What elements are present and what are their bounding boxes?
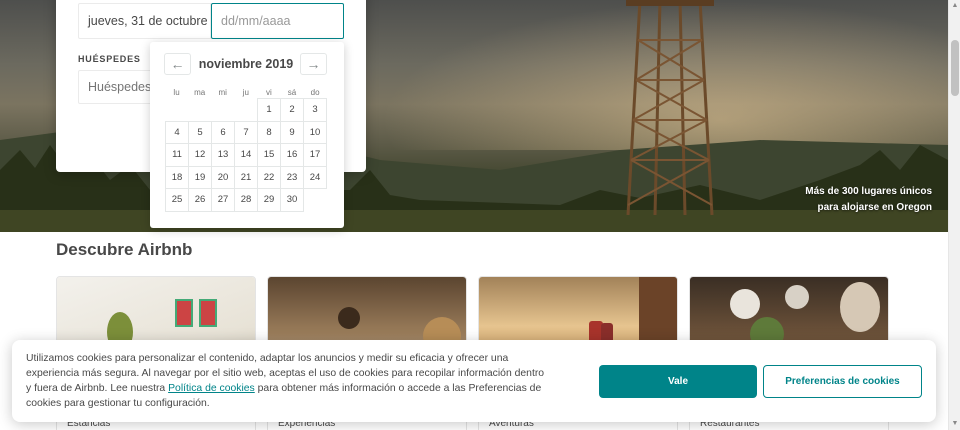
calendar-day[interactable]: 12 <box>188 143 212 167</box>
calendar-empty-cell <box>235 99 258 122</box>
scroll-up-icon[interactable]: ▲ <box>949 0 960 12</box>
calendar-day[interactable]: 14 <box>234 143 258 167</box>
calendar-day[interactable]: 7 <box>234 120 258 144</box>
calendar-day[interactable]: 4 <box>165 120 189 144</box>
cookie-preferences-button[interactable]: Preferencias de cookies <box>763 365 922 398</box>
calendar-day[interactable]: 25 <box>165 188 189 212</box>
calendar-day[interactable]: 21 <box>234 165 258 189</box>
date-picker-calendar: ← noviembre 2019 → lu ma mi ju vi sá do … <box>150 42 344 228</box>
calendar-empty-cell <box>304 189 327 212</box>
calendar-day[interactable]: 19 <box>188 165 212 189</box>
scrollbar-thumb[interactable] <box>951 40 959 96</box>
calendar-day[interactable]: 1 <box>257 98 281 122</box>
calendar-week: 123 <box>166 98 327 122</box>
calendar-day[interactable]: 24 <box>303 165 327 189</box>
arrow-right-icon: → <box>306 56 321 72</box>
calendar-day[interactable]: 26 <box>188 188 212 212</box>
weekday-label: mi <box>218 88 227 97</box>
next-month-button[interactable]: → <box>300 53 327 75</box>
calendar-day[interactable]: 15 <box>257 143 281 167</box>
calendar-day[interactable]: 23 <box>280 165 304 189</box>
hero-caption-line1: Más de 300 lugares únicos <box>805 186 932 197</box>
prev-month-button[interactable]: ← <box>164 53 191 75</box>
fire-tower-illustration <box>626 0 714 215</box>
calendar-day[interactable]: 10 <box>303 120 327 144</box>
scroll-down-icon[interactable]: ▼ <box>949 418 960 430</box>
guests-label: HUÉSPEDES <box>78 54 141 64</box>
calendar-day[interactable]: 30 <box>280 188 304 212</box>
calendar-day[interactable]: 18 <box>165 165 189 189</box>
calendar-day[interactable]: 22 <box>257 165 281 189</box>
weekday-label: ju <box>242 88 249 97</box>
calendar-day[interactable]: 8 <box>257 120 281 144</box>
calendar-day[interactable]: 9 <box>280 120 304 144</box>
cookie-policy-link[interactable]: Política de cookies <box>168 383 255 394</box>
weekday-label: vi <box>266 88 272 97</box>
cookie-banner: Utilizamos cookies para personalizar el … <box>12 340 936 422</box>
calendar-month-title: noviembre 2019 <box>198 57 294 71</box>
page-scrollbar[interactable]: ▲ ▼ <box>948 0 960 430</box>
hero-caption-line2: para alojarse en Oregon <box>817 202 933 213</box>
weekday-label: ma <box>194 88 206 97</box>
calendar-day[interactable]: 11 <box>165 143 189 167</box>
weekday-label: sá <box>287 88 297 97</box>
calendar-day[interactable]: 29 <box>257 188 281 212</box>
weekday-label: do <box>310 88 320 97</box>
calendar-day[interactable]: 17 <box>303 143 327 167</box>
weekday-label: lu <box>173 88 180 97</box>
calendar-day[interactable]: 28 <box>234 188 258 212</box>
calendar-week: 18 19 20 21 22 23 24 <box>165 165 327 189</box>
page: Más de 300 lugares únicos para alojarse … <box>0 0 960 430</box>
calendar-day[interactable]: 5 <box>188 120 212 144</box>
calendar-day[interactable]: 6 <box>211 120 235 144</box>
checkin-date-input[interactable]: jueves, 31 de octubre <box>78 3 211 39</box>
calendar-empty-cell <box>166 99 189 122</box>
calendar-grid: 1 2 3 4 5 6 7 8 9 10 11 12 13 14 15 16 17 18 19 20 21 22 23 24 2… <box>165 98 327 212</box>
calendar-day[interactable]: 20 <box>211 165 235 189</box>
hero-caption: Más de 300 lugares únicos para alojarse … <box>805 184 932 216</box>
calendar-day[interactable]: 13 <box>211 143 235 167</box>
calendar-day[interactable]: 2 <box>280 98 304 122</box>
calendar-empty-cell <box>212 99 235 122</box>
calendar-day[interactable]: 16 <box>280 143 304 167</box>
calendar-day[interactable]: 27 <box>211 188 235 212</box>
calendar-week: 11 12 13 14 15 16 17 <box>165 143 327 167</box>
checkout-date-input[interactable]: dd/mm/aaaa <box>211 3 344 39</box>
calendar-weekdays: lu ma mi ju vi sá do <box>165 88 327 97</box>
discover-title: Descubre Airbnb <box>56 240 193 259</box>
arrow-left-icon: ← <box>170 56 185 72</box>
cookie-message: Utilizamos cookies para personalizar el … <box>26 351 546 411</box>
calendar-day[interactable]: 3 <box>303 98 327 122</box>
accept-cookies-button[interactable]: Vale <box>599 365 757 398</box>
calendar-week: 25 26 27 28 29 30 <box>165 188 327 212</box>
calendar-week: 4 5 6 7 8 9 10 <box>165 120 327 144</box>
calendar-empty-cell <box>189 99 212 122</box>
date-range-picker: jueves, 31 de octubre dd/mm/aaaa <box>78 3 344 39</box>
